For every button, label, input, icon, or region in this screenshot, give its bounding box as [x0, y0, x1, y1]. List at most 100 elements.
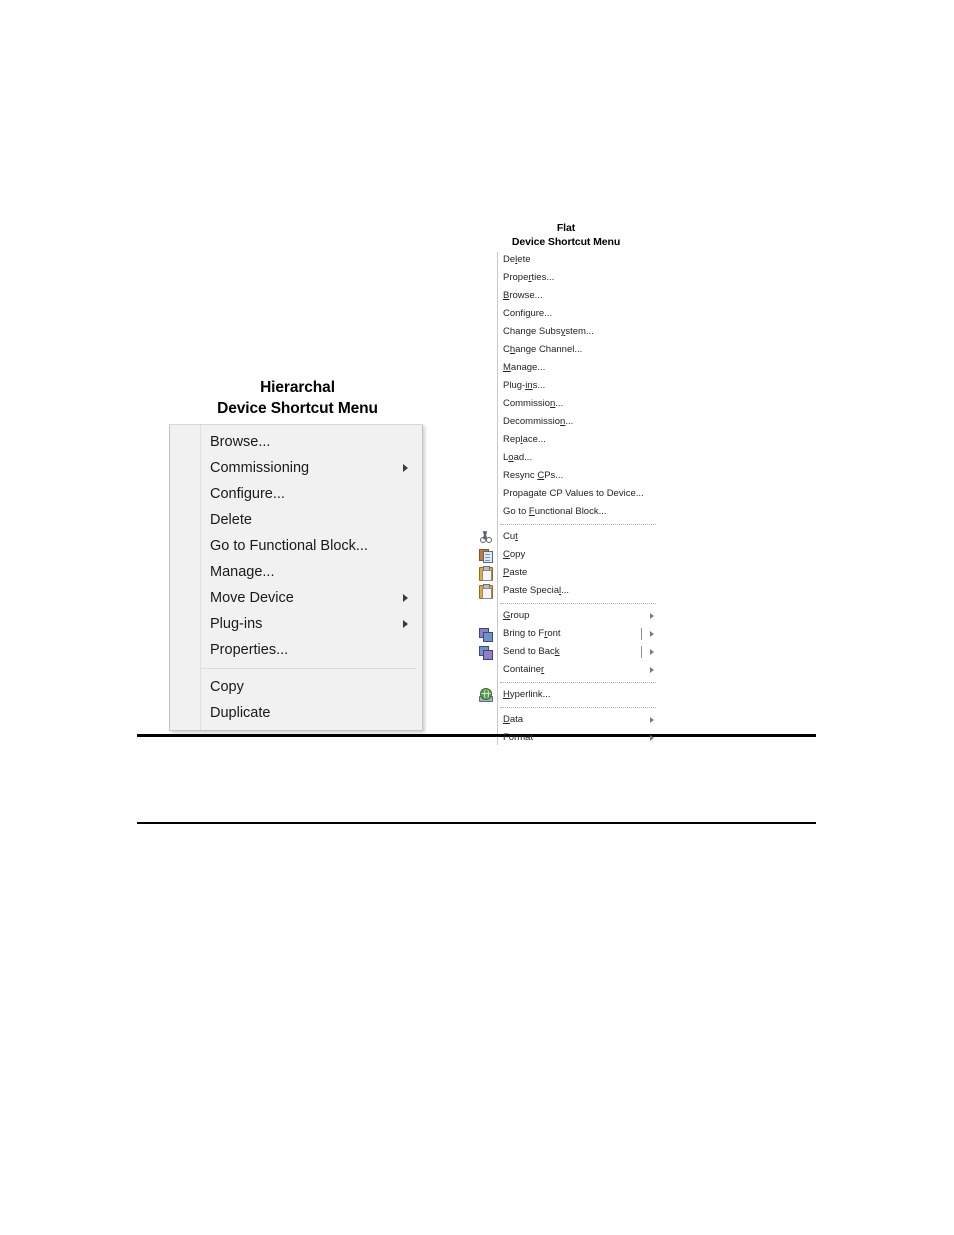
menu-item-label: Hyperlink... — [503, 689, 551, 700]
menu-item-mnemonic: n — [560, 416, 566, 427]
menu-item-label: Plug-ins... — [503, 380, 546, 391]
menu-item[interactable]: Format — [474, 729, 664, 747]
menu-item-label: Change Channel... — [503, 344, 583, 355]
menu-item-mnemonic: t — [515, 531, 518, 542]
caption-line-1: Hierarchal — [260, 379, 335, 396]
paste-icon — [478, 566, 493, 581]
menu-item[interactable]: Data — [474, 711, 664, 729]
menu-item-label: Manage... — [210, 564, 275, 580]
menu-item-label: Copy — [210, 679, 244, 695]
page-rule-bottom — [137, 822, 816, 824]
menu-item[interactable]: Properties... — [474, 269, 664, 287]
menu-item[interactable]: Copy — [170, 674, 422, 700]
menu-item-label: Propagate CP Values to Device... — [503, 488, 644, 499]
submenu-arrow-icon — [403, 594, 408, 602]
menu-item-mnemonic: r — [544, 628, 548, 639]
menu-item-mnemonic: o — [508, 452, 514, 463]
copy-icon — [478, 548, 493, 563]
menu-item[interactable]: Paste — [474, 564, 664, 582]
menu-item[interactable]: Plug-ins... — [474, 377, 664, 395]
menu-item-label: Delete — [503, 254, 531, 265]
menu-item[interactable]: Manage... — [170, 559, 422, 585]
menu-item-label: Bring to Front — [503, 628, 561, 639]
cut-icon — [478, 530, 493, 544]
menu-item[interactable]: Container — [474, 661, 664, 679]
menu-item-label: Send to Back — [503, 646, 560, 657]
menu-item[interactable]: Move Device — [170, 585, 422, 611]
menu-item-mnemonic: P — [503, 567, 510, 578]
menu-item-label: Commission... — [503, 398, 564, 409]
flat-device-shortcut-menu: Delete Properties... Browse... Configure...… — [474, 250, 664, 747]
menu-item-mnemonic: l — [558, 585, 562, 596]
caption-line-2: Device Shortcut Menu — [217, 399, 378, 417]
menu-item-mnemonic: y — [560, 326, 566, 337]
menu-item[interactable]: Delete — [170, 507, 422, 533]
menu-item-label: Decommission... — [503, 416, 574, 427]
menu-item-label: Duplicate — [210, 705, 271, 721]
menu-item-label: Move Device — [210, 590, 294, 606]
menu-item[interactable]: Change Channel... — [474, 341, 664, 359]
menu-item-mnemonic: M — [503, 362, 511, 373]
menu-item[interactable]: Properties... — [170, 637, 422, 663]
menu-item[interactable]: Bring to Front — [474, 625, 664, 643]
menu-item[interactable]: Group — [474, 607, 664, 625]
hierarchical-device-shortcut-menu: Browse... Commissioning Configure... Delete… — [169, 424, 423, 731]
menu-item-label: Plug-ins — [210, 616, 263, 632]
menu-item-label: Go to Functional Block... — [503, 506, 607, 517]
menu-item[interactable]: Load... — [474, 449, 664, 467]
menu-item[interactable]: Go to Functional Block... — [474, 503, 664, 521]
menu-item[interactable]: Resync CPs... — [474, 467, 664, 485]
menu-item-label: Go to Functional Block... — [210, 538, 368, 554]
menu-item[interactable]: Propagate CP Values to Device... — [474, 485, 664, 503]
menu-item-label: Properties... — [210, 642, 289, 658]
menu-item[interactable]: Send to Back — [474, 643, 664, 661]
menu-item-label: Manage... — [503, 362, 546, 373]
menu-item[interactable]: Browse... — [474, 287, 664, 305]
submenu-arrow-icon — [650, 717, 654, 723]
menu-item-label: Format — [503, 732, 534, 743]
menu-item[interactable]: Hyperlink... — [474, 686, 664, 704]
menu-separator — [500, 603, 656, 604]
menu-item[interactable]: Go to Functional Block... — [170, 533, 422, 559]
menu-item[interactable]: Delete — [474, 251, 664, 269]
menu-item[interactable]: Browse... — [170, 429, 422, 455]
menu-item-label: Browse... — [210, 434, 271, 450]
menu-item[interactable]: Plug-ins — [170, 611, 422, 637]
menu-item-label: Paste — [503, 567, 528, 578]
menu-item[interactable]: Manage... — [474, 359, 664, 377]
menu-item[interactable]: Paste Special... — [474, 582, 664, 600]
menu-item-label: Configure... — [503, 308, 553, 319]
menu-item[interactable]: Copy — [474, 546, 664, 564]
submenu-arrow-icon — [650, 735, 654, 741]
menu-item-label: Container — [503, 664, 545, 675]
menu-item[interactable]: Configure... — [474, 305, 664, 323]
menu-item-mnemonic: D — [503, 714, 510, 725]
menu-item[interactable]: Duplicate — [170, 700, 422, 726]
caption-line-1: Flat — [556, 222, 576, 234]
paste-special-icon — [478, 584, 493, 599]
hierarchical-menu-caption: Hierarchal Device Shortcut Menu — [170, 378, 425, 420]
menu-item-label: Configure... — [210, 486, 285, 502]
menu-item[interactable]: Commissioning — [170, 455, 422, 481]
menu-item[interactable]: Commission... — [474, 395, 664, 413]
menu-item-label: Properties... — [503, 272, 555, 283]
menu-separator — [500, 682, 656, 683]
menu-item[interactable]: Configure... — [170, 481, 422, 507]
menu-item-label: Resync CPs... — [503, 470, 564, 481]
menu-item-label: Paste Special... — [503, 585, 570, 596]
menu-item[interactable]: Change Subsystem... — [474, 323, 664, 341]
menu-item-mnemonic: l — [515, 254, 518, 265]
menu-item-divider — [641, 646, 642, 658]
submenu-arrow-icon — [650, 649, 654, 655]
menu-item-mnemonic: r — [541, 664, 545, 675]
menu-item-mnemonic: H — [503, 689, 510, 700]
menu-item-mnemonic: k — [554, 646, 560, 657]
menu-item-mnemonic: G — [503, 610, 511, 621]
send-to-back-icon — [478, 645, 493, 660]
menu-item-label: Group — [503, 610, 530, 621]
menu-item[interactable]: Cut — [474, 528, 664, 546]
menu-item[interactable]: Decommission... — [474, 413, 664, 431]
menu-item-label: Browse... — [503, 290, 543, 301]
menu-item[interactable]: Replace... — [474, 431, 664, 449]
menu-item-label: Change Subsystem... — [503, 326, 594, 337]
